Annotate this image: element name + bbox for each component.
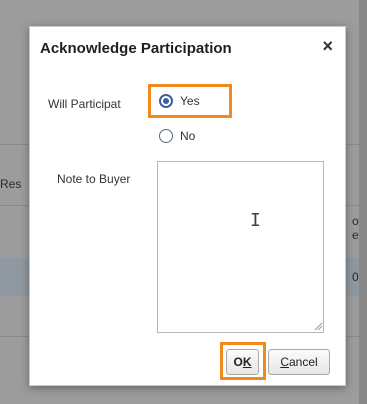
resize-grip-icon[interactable] (313, 321, 323, 331)
radio-no-button[interactable] (159, 129, 173, 143)
background-scroll-edge (359, 0, 367, 404)
radio-option-yes[interactable]: Yes (159, 94, 200, 108)
ok-button[interactable]: OK (226, 349, 259, 375)
background-column-header: e (352, 228, 359, 242)
radio-yes-label: Yes (180, 94, 200, 108)
cancel-button[interactable]: Cancel (268, 349, 330, 375)
text-cursor-icon: I (250, 210, 261, 231)
will-participate-label: Will Participat (48, 97, 121, 111)
ok-label-prefix: O (233, 355, 243, 369)
cancel-label-rest: ancel (288, 355, 318, 369)
radio-yes-button[interactable] (159, 94, 173, 108)
close-icon[interactable]: × (322, 37, 333, 55)
cancel-label-mnemonic: C (280, 355, 289, 369)
radio-option-no[interactable]: No (159, 129, 195, 143)
note-to-buyer-textarea[interactable] (157, 161, 324, 333)
acknowledge-participation-dialog: Acknowledge Participation × Will Partici… (29, 26, 346, 386)
radio-no-label: No (180, 129, 196, 143)
background-column-header: Res (0, 177, 22, 191)
ok-label-mnemonic: K (242, 355, 252, 369)
dialog-title: Acknowledge Participation (40, 40, 232, 57)
background-cell: 0 (352, 270, 359, 284)
note-to-buyer-label: Note to Buyer (57, 172, 131, 186)
